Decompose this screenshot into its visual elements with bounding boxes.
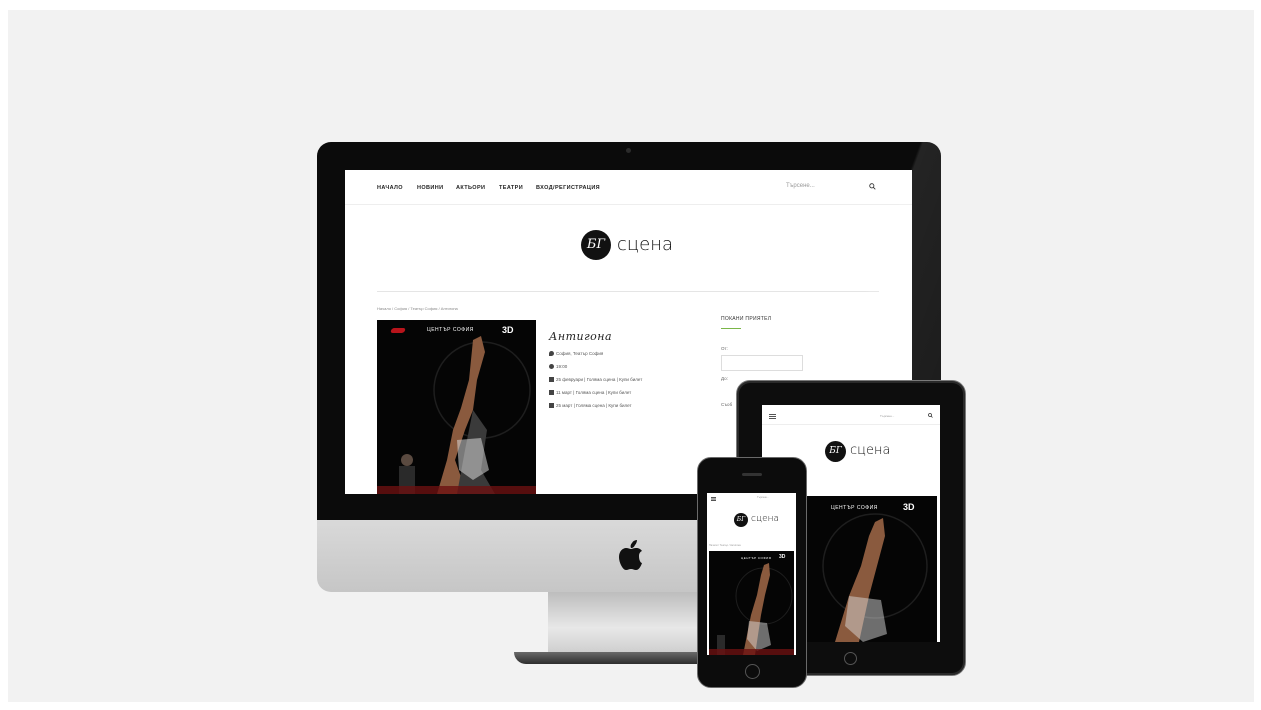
- message-label: Съоб: [721, 402, 733, 407]
- search-input[interactable]: Търсене...: [786, 183, 815, 189]
- apple-logo-icon: [619, 540, 642, 570]
- site-logo[interactable]: БГ сцена: [825, 441, 895, 465]
- logo-word: сцена: [850, 443, 891, 458]
- event-date-row[interactable]: 25 февруари | Голяма сцена | Купи билет: [549, 377, 643, 383]
- event-time: 19:00: [549, 364, 568, 370]
- nav-item-news[interactable]: НОВИНИ: [417, 185, 444, 191]
- event-date-text: 11 март | Голяма сцена | Купи билет: [556, 390, 632, 395]
- nav-item-home[interactable]: НАЧАЛО: [377, 185, 403, 191]
- event-poster: ЦЕНТЪР СОФИЯ 3D: [377, 320, 536, 494]
- breadcrumb: Начало / София / Театър София / Антигона: [377, 306, 458, 311]
- to-label: До:: [721, 376, 728, 381]
- location-pin-icon: [549, 351, 554, 357]
- nav-item-actors[interactable]: АКТЬОРИ: [456, 185, 485, 191]
- logo-mark: БГ: [734, 513, 748, 527]
- divider: [762, 424, 940, 425]
- from-field[interactable]: [721, 355, 803, 371]
- event-title: Антигона: [549, 330, 613, 343]
- calendar-icon: [549, 390, 554, 396]
- breadcrumb: Начало / Театър / Антигона: [709, 544, 741, 547]
- logo-word: сцена: [617, 234, 674, 255]
- event-time-text: 19:00: [556, 364, 568, 369]
- event-date-row[interactable]: 11 март | Голяма сцена | Купи билет: [549, 390, 632, 396]
- nav-item-theaters[interactable]: ТЕАТРИ: [499, 185, 523, 191]
- mobile-website: Търсене... БГ сцена Начало / Театър / Ан…: [707, 493, 796, 655]
- from-label: От:: [721, 346, 728, 351]
- event-date-text: 25 февруари | Голяма сцена | Купи билет: [556, 377, 643, 382]
- iphone-device: Търсене... БГ сцена Начало / Театър / Ан…: [697, 457, 807, 688]
- home-button[interactable]: [844, 652, 857, 665]
- dancer-illustration: [377, 336, 536, 494]
- main-nav: НАЧАЛО НОВИНИ АКТЬОРИ ТЕАТРИ ВХОД/РЕГИСТ…: [345, 170, 912, 205]
- event-poster: ЦЕНТЪР СОФИЯ 3D: [709, 551, 794, 655]
- site-logo[interactable]: БГ сцена: [581, 230, 681, 264]
- hamburger-menu-icon[interactable]: [769, 414, 776, 419]
- title-underline: [721, 328, 741, 329]
- event-location-text: София, Театър София: [556, 351, 604, 356]
- search-icon[interactable]: [869, 183, 876, 190]
- nav-item-login[interactable]: ВХОД/РЕГИСТРАЦИЯ: [536, 185, 600, 191]
- search-input[interactable]: Търсене...: [757, 496, 769, 499]
- logo-word: сцена: [751, 514, 780, 524]
- dancer-illustration: [709, 563, 794, 655]
- event-date-row[interactable]: 25 март | Голяма сцена | Купи билет: [549, 403, 632, 409]
- hamburger-menu-icon[interactable]: [711, 497, 716, 501]
- calendar-icon: [549, 403, 554, 409]
- search-icon[interactable]: [928, 413, 933, 418]
- clock-icon: [549, 364, 554, 370]
- divider: [377, 291, 879, 292]
- home-button[interactable]: [745, 664, 760, 679]
- event-date-text: 25 март | Голяма сцена | Купи билет: [556, 403, 632, 408]
- imac-stand: [548, 592, 708, 652]
- site-logo[interactable]: БГ сцена: [734, 513, 784, 531]
- invite-friend-title: ПОКАНИ ПРИЯТЕЛ: [721, 316, 772, 322]
- event-location: София, Театър София: [549, 351, 604, 357]
- camera-icon: [626, 148, 631, 153]
- logo-mark: БГ: [581, 230, 611, 260]
- speaker-icon: [742, 473, 762, 476]
- calendar-icon: [549, 377, 554, 383]
- logo-mark: БГ: [825, 441, 846, 462]
- search-input[interactable]: Търсене...: [880, 414, 894, 418]
